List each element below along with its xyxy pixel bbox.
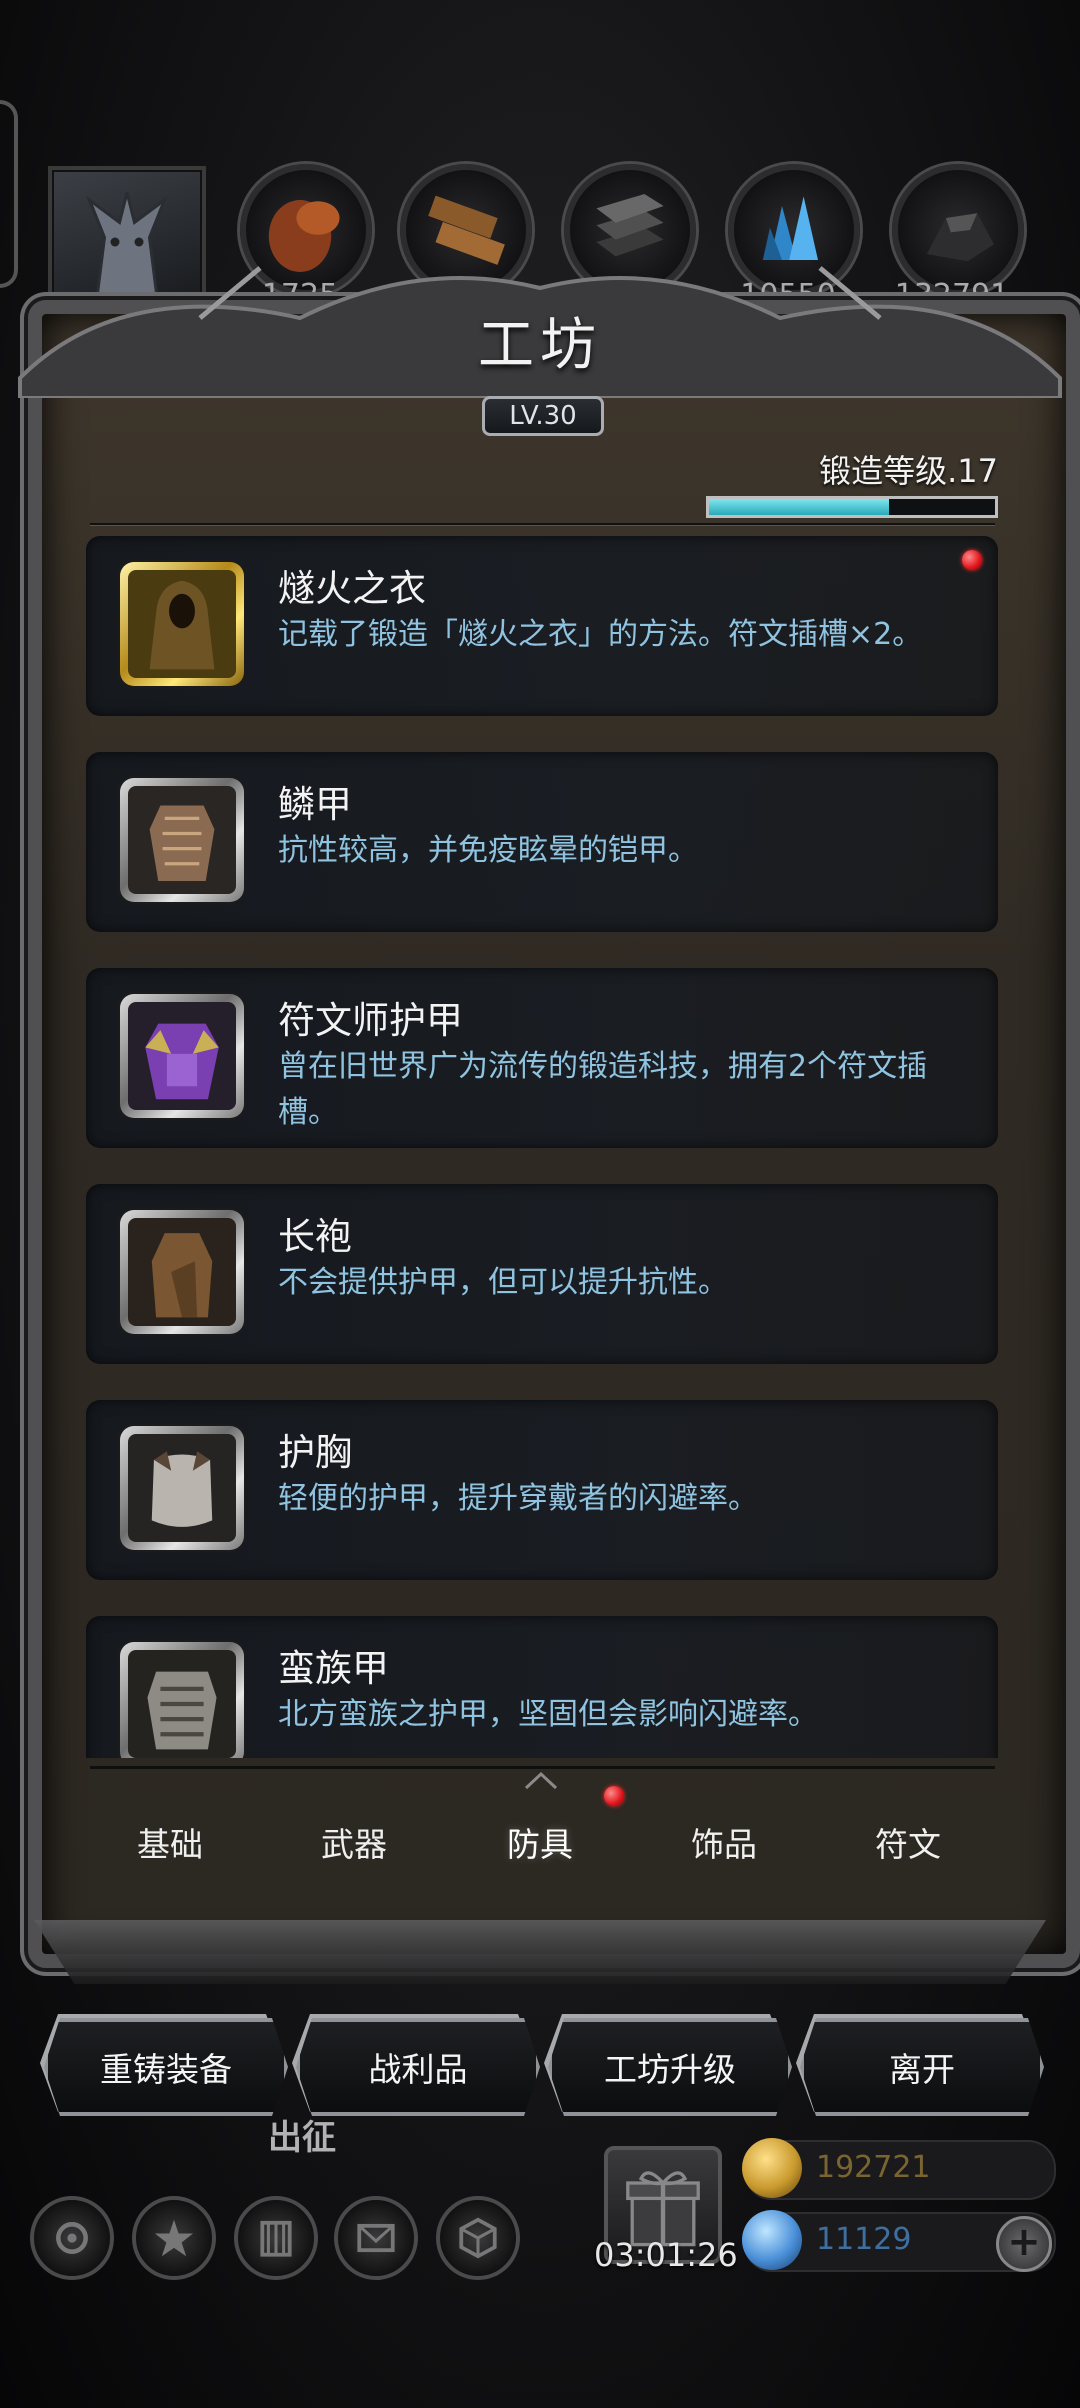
forge-progress-bar <box>706 496 998 518</box>
recipe-list[interactable]: 燧火之衣 记载了锻造「燧火之衣」的方法。符文插槽×2。 鳞甲 抗性较高，并免疫眩… <box>86 536 998 1758</box>
gift-timer: 03:01:26 <box>594 2236 738 2274</box>
recipe-description: 北方蛮族之护甲，坚固但会影响闪避率。 <box>278 1697 818 1732</box>
recipe-description: 抗性较高，并免疫眩晕的铠甲。 <box>278 833 698 868</box>
scale-armor-icon <box>128 786 236 894</box>
tab-accessories[interactable]: 饰品 <box>634 1818 814 1866</box>
add-gems-button[interactable]: + <box>996 2216 1052 2272</box>
tab-basic[interactable]: 基础 <box>80 1818 260 1866</box>
recipe-card[interactable]: 蛮族甲 北方蛮族之护甲，坚固但会影响闪避率。 <box>86 1616 998 1758</box>
iron-ingot-icon[interactable] <box>564 164 696 296</box>
breastplate-icon <box>128 1434 236 1542</box>
recipe-title: 符文师护甲 <box>278 999 463 1042</box>
recipe-card[interactable]: 鳞甲 抗性较高，并免疫眩晕的铠甲。 <box>86 752 998 932</box>
resource-bar: 1725 11125 2715 10550 132791 <box>40 150 1040 324</box>
panel-bottom-ornament <box>34 1920 1046 1984</box>
tab-runes[interactable]: 符文 <box>818 1818 998 1866</box>
new-indicator-dot <box>962 550 982 570</box>
leather-icon[interactable] <box>240 164 372 296</box>
recipe-title: 鳞甲 <box>278 783 352 826</box>
item-frame <box>120 1642 244 1758</box>
armor-tab-new-dot <box>604 1786 624 1806</box>
gem-currency: 11129 + <box>742 2210 1056 2272</box>
tab-weapons[interactable]: 武器 <box>264 1818 444 1866</box>
forge-level-label: 锻造等级.17 <box>819 452 998 490</box>
left-edge-frame <box>0 100 18 288</box>
recipe-card[interactable]: 符文师护甲 曾在旧世界广为流传的锻造科技，拥有2个符文插槽。 <box>86 968 998 1148</box>
wood-icon[interactable] <box>400 164 532 296</box>
item-frame <box>120 1426 244 1550</box>
star-badge-icon[interactable] <box>132 2196 216 2280</box>
runemaster-armor-icon <box>128 1002 236 1110</box>
recipe-description: 不会提供护甲，但可以提升抗性。 <box>278 1265 728 1300</box>
tabs-divider <box>90 1766 995 1769</box>
cube-icon[interactable] <box>436 2196 520 2280</box>
list-divider <box>90 523 995 525</box>
workshop-level-badge: LV.30 <box>482 396 604 436</box>
gate-icon[interactable] <box>234 2196 318 2280</box>
workshop-upgrade-button[interactable]: 工坊升级 <box>548 2018 792 2116</box>
item-frame <box>120 994 244 1118</box>
gem-icon <box>742 2210 802 2270</box>
crystal-icon[interactable] <box>728 164 860 296</box>
gem-value: 11129 <box>816 2222 912 2257</box>
gear-icon[interactable] <box>30 2196 114 2280</box>
recipe-card[interactable]: 燧火之衣 记载了锻造「燧火之衣」的方法。符文插槽×2。 <box>86 536 998 716</box>
expedition-label[interactable]: 出征 <box>268 2110 336 2159</box>
item-frame <box>120 1210 244 1334</box>
reforge-button[interactable]: 重铸装备 <box>44 2018 288 2116</box>
gold-currency: 192721 <box>742 2138 1056 2200</box>
tab-armor[interactable]: 防具 <box>450 1818 630 1866</box>
item-frame <box>120 778 244 902</box>
leave-button[interactable]: 离开 <box>800 2018 1044 2116</box>
active-tab-indicator-icon <box>524 1771 558 1790</box>
ore-icon[interactable] <box>892 164 1024 296</box>
loot-button[interactable]: 战利品 <box>296 2018 540 2116</box>
robe-icon <box>128 1218 236 1326</box>
mail-icon[interactable] <box>334 2196 418 2280</box>
gold-value: 192721 <box>816 2150 931 2185</box>
recipe-card[interactable]: 长袍 不会提供护甲，但可以提升抗性。 <box>86 1184 998 1364</box>
recipe-title: 护胸 <box>278 1431 352 1474</box>
recipe-title: 蛮族甲 <box>278 1647 389 1690</box>
recipe-description: 记载了锻造「燧火之衣」的方法。符文插槽×2。 <box>278 617 923 652</box>
recipe-title: 长袍 <box>278 1215 352 1258</box>
recipe-description: 轻便的护甲，提升穿戴者的闪避率。 <box>278 1481 758 1516</box>
panel-title: 工坊 <box>478 313 602 378</box>
forge-progress-fill <box>709 499 890 515</box>
recipe-description: 曾在旧世界广为流传的锻造科技，拥有2个符文插槽。 <box>278 1049 928 1130</box>
item-frame <box>120 562 244 686</box>
recipe-card[interactable]: 护胸 轻便的护甲，提升穿戴者的闪避率。 <box>86 1400 998 1580</box>
recipe-title: 燧火之衣 <box>278 567 426 610</box>
barbarian-armor-icon <box>128 1650 236 1758</box>
gold-coin-icon <box>742 2138 802 2198</box>
hooded-robe-icon <box>128 570 236 678</box>
